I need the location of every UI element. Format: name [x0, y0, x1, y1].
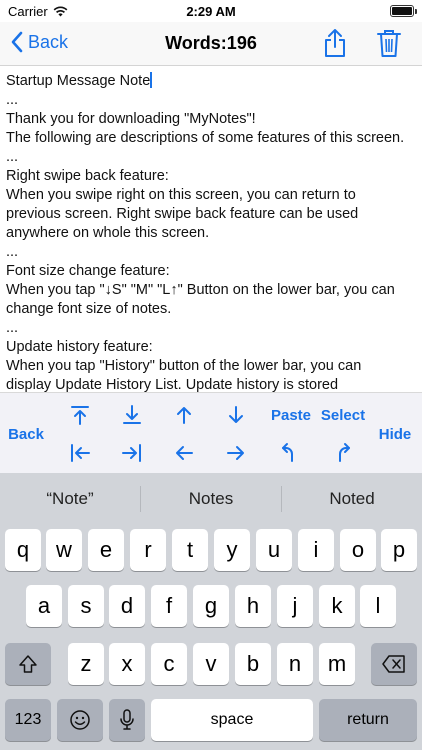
suggestion-2[interactable]: Notes [141, 489, 281, 509]
share-icon[interactable] [322, 28, 348, 58]
note-line: ... [6, 92, 19, 108]
numbers-key[interactable]: 123 [5, 699, 51, 741]
note-text-area[interactable]: Startup Message Note ... Thank you for d… [0, 66, 422, 392]
key-a[interactable]: a [26, 585, 62, 627]
key-g[interactable]: g [193, 585, 229, 627]
key-f[interactable]: f [151, 585, 187, 627]
editing-toolbar: Back Paste Select Hide [0, 392, 422, 473]
key-o[interactable]: o [340, 529, 376, 571]
note-line: ... [6, 320, 19, 336]
hide-keyboard-button[interactable]: Hide [376, 423, 414, 445]
dictation-key[interactable] [109, 699, 145, 741]
note-line: change font size of notes. [6, 301, 172, 317]
note-line: When you tap "History" button of the low… [6, 358, 362, 374]
key-h[interactable]: h [235, 585, 271, 627]
key-t[interactable]: t [172, 529, 208, 571]
key-p[interactable]: p [381, 529, 417, 571]
key-b[interactable]: b [235, 643, 271, 685]
suggestion-bar: “Note” Notes Noted [0, 473, 422, 525]
status-bar: Carrier 2:29 AM [0, 0, 422, 22]
note-line: ... [6, 244, 19, 260]
key-x[interactable]: x [109, 643, 145, 685]
shift-key[interactable] [5, 643, 51, 685]
navigation-bar: Back Words:196 [0, 22, 422, 66]
page-title: Words:196 [165, 33, 257, 53]
return-key[interactable]: return [319, 699, 417, 741]
note-line: Startup Message Note [6, 72, 152, 89]
note-line: Right swipe back feature: [6, 168, 169, 184]
note-line: When you tap "↓S" "M" "L↑" Button on the… [6, 282, 395, 298]
microphone-icon [120, 709, 134, 730]
key-i[interactable]: i [298, 529, 334, 571]
key-c[interactable]: c [151, 643, 187, 685]
key-e[interactable]: e [88, 529, 124, 571]
keyboard: “Note” Notes Noted q w e r t y u i o p a… [0, 473, 422, 750]
suggestion-1[interactable]: “Note” [0, 489, 140, 509]
key-k[interactable]: k [319, 585, 355, 627]
note-line: display Update History List. Update hist… [6, 377, 339, 392]
line-end-icon[interactable] [118, 441, 146, 465]
key-v[interactable]: v [193, 643, 229, 685]
backspace-icon [382, 655, 405, 673]
note-line: ... [6, 149, 19, 165]
emoji-icon [70, 710, 90, 730]
note-line: Thank you for downloading "MyNotes"! [6, 111, 256, 127]
battery-icon [390, 5, 417, 17]
key-y[interactable]: y [214, 529, 250, 571]
note-line: The following are descriptions of some f… [6, 130, 405, 146]
move-to-top-icon[interactable] [66, 403, 94, 427]
move-to-bottom-icon[interactable] [118, 403, 146, 427]
key-q[interactable]: q [5, 529, 41, 571]
note-line: Font size change feature: [6, 263, 170, 279]
undo-icon[interactable] [276, 441, 304, 465]
arrow-left-icon[interactable] [170, 441, 198, 465]
suggestion-3[interactable]: Noted [282, 489, 422, 509]
toolbar-back-button[interactable]: Back [8, 423, 44, 445]
arrow-right-icon[interactable] [222, 441, 250, 465]
status-time: 2:29 AM [186, 4, 236, 19]
arrow-up-icon[interactable] [170, 403, 198, 427]
emoji-key[interactable] [57, 699, 103, 741]
space-key[interactable]: space [151, 699, 313, 741]
arrow-down-icon[interactable] [222, 403, 250, 427]
key-d[interactable]: d [109, 585, 145, 627]
note-line: anywhere on whole this screen. [6, 225, 210, 241]
delete-key[interactable] [371, 643, 417, 685]
shift-icon [19, 655, 37, 673]
line-start-icon[interactable] [66, 441, 94, 465]
key-j[interactable]: j [277, 585, 313, 627]
paste-button[interactable]: Paste [268, 404, 314, 426]
note-line: When you swipe right on this screen, you… [6, 187, 356, 203]
key-n[interactable]: n [277, 643, 313, 685]
note-line: previous screen. Right swipe back featur… [6, 206, 359, 222]
key-r[interactable]: r [130, 529, 166, 571]
key-m[interactable]: m [319, 643, 355, 685]
text-cursor [150, 72, 152, 88]
note-line: Update history feature: [6, 339, 153, 355]
key-s[interactable]: s [68, 585, 104, 627]
key-u[interactable]: u [256, 529, 292, 571]
key-l[interactable]: l [360, 585, 396, 627]
select-button[interactable]: Select [318, 404, 368, 426]
trash-icon[interactable] [376, 28, 402, 58]
key-z[interactable]: z [68, 643, 104, 685]
key-w[interactable]: w [46, 529, 82, 571]
redo-icon[interactable] [328, 441, 356, 465]
